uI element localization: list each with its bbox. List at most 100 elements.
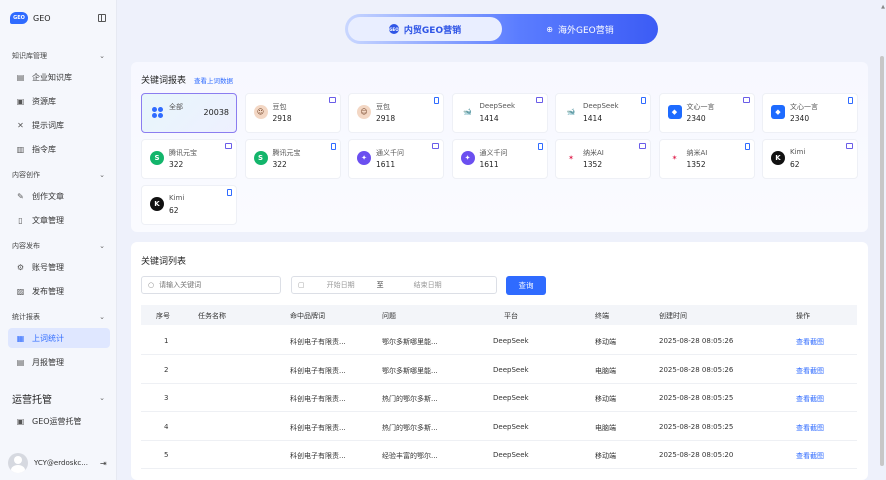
scrollbar[interactable] — [880, 56, 885, 476]
keyword-card-name: 腾讯元宝 — [169, 149, 197, 157]
keyword-card-count: 1611 — [376, 160, 396, 169]
end-date[interactable]: 结束日期 — [414, 280, 442, 290]
chevron-down-icon: ⌄ — [99, 313, 105, 321]
mobile-icon — [330, 143, 336, 150]
keyword-card[interactable]: ◆ 文心一言 2340 — [762, 93, 858, 133]
nav-group-content[interactable]: 内容创作 ⌄ — [0, 167, 117, 183]
keyword-card-count: 2918 — [376, 114, 396, 123]
keyword-card[interactable]: 🐋 DeepSeek 1414 — [451, 93, 548, 133]
sidebar-collapse-icon[interactable] — [98, 14, 106, 22]
keyword-card-name: 豆包 — [272, 103, 287, 111]
desktop-icon — [225, 143, 232, 149]
logo[interactable]: GEO GEO — [10, 10, 106, 26]
column-header: 终端 — [595, 312, 609, 320]
keyword-card-name: 腾讯元宝 — [272, 149, 301, 157]
view-screenshot-link[interactable]: 查看截图 — [796, 366, 824, 376]
sidebar-item-accounts[interactable]: ⚙ 账号管理 — [8, 257, 110, 277]
view-screenshot-link[interactable]: 查看截图 — [796, 423, 824, 433]
pen-icon: ✎ — [17, 191, 24, 201]
nav-group-knowledge[interactable]: 知识库管理 ⌄ — [0, 48, 117, 64]
nav-group-operation[interactable]: 运营托管 ⌄ — [0, 389, 117, 407]
table-header: 序号 任务名称 命中品牌词 问题 平台 终端 创建时间 操作 — [141, 305, 857, 325]
keyword-card[interactable]: ✶ 纳米AI 1352 — [658, 139, 755, 179]
start-date[interactable]: 开始日期 — [327, 280, 355, 290]
nav-group-publish[interactable]: 内容发布 ⌄ — [0, 238, 117, 254]
keyword-card[interactable]: ◆ 文心一言 2340 — [658, 93, 755, 133]
search-icon: ○ — [148, 281, 155, 289]
keyword-card[interactable]: K Kimi 62 — [141, 185, 237, 225]
table-cell-brand: 科创电子有限责... — [290, 423, 346, 432]
keyword-card-count: 1611 — [479, 160, 499, 169]
scroll-up-icon[interactable]: ▲ — [881, 4, 885, 10]
sidebar: GEO GEO 知识库管理 ⌄ ▤ 企业知识库 ▣ 资源库 ✕ 提示词库 ▥ 指令库 内容… — [0, 0, 117, 480]
keyword-card[interactable]: ☺ 豆包 2918 — [244, 93, 341, 133]
table-cell-platform: DeepSeek — [493, 337, 529, 345]
table-cell-question: 鄂尔多斯哪里能... — [382, 366, 438, 375]
keyword-card[interactable]: S 腾讯元宝 322 — [244, 139, 341, 179]
folder-icon: ▥ — [16, 144, 25, 154]
keyword-card[interactable]: S 腾讯元宝 322 — [141, 139, 237, 179]
sidebar-item-keyword-stats[interactable]: ▦ 上词统计 — [8, 328, 110, 348]
nav-group-stats[interactable]: 统计报表 ⌄ — [0, 309, 117, 325]
tab-overseas-geo[interactable]: ⊕ 海外GEO营销 — [505, 17, 655, 41]
keyword-card[interactable]: ✦ 通义千问 1611 — [451, 139, 548, 179]
keyword-card[interactable]: ✦ 通义千问 1611 — [348, 139, 444, 179]
view-screenshot-link[interactable]: 查看截图 — [796, 451, 824, 461]
keyword-card-name: 纳米AI — [686, 149, 708, 157]
mobile-icon — [744, 143, 750, 150]
tab-domestic-geo[interactable]: GEO 内贸GEO营销 — [348, 17, 502, 41]
sidebar-item-enterprise-kb[interactable]: ▤ 企业知识库 — [8, 67, 110, 87]
keyword-card[interactable]: K Kimi 62 — [762, 139, 858, 179]
doubao-icon: ☺ — [253, 105, 268, 119]
keyword-card[interactable]: ☺ 豆包 2918 — [348, 93, 444, 133]
sidebar-item-label: 上词统计 — [32, 333, 64, 343]
keyword-card-count: 20038 — [203, 108, 229, 117]
table-cell-no: 5 — [164, 451, 169, 459]
table-row: 3 科创电子有限责... 热门的鄂尔多斯... DeepSeek 移动端 2025-08-… — [141, 384, 857, 412]
table-cell-no: 3 — [164, 394, 169, 402]
keyword-search[interactable]: ○ — [141, 276, 281, 294]
sidebar-item-geo-hosting[interactable]: ▣ GEO运营托管 — [8, 411, 110, 431]
sidebar-item-monthly-report[interactable]: ▤ 月报管理 — [8, 352, 110, 372]
globe-icon: ⊕ — [546, 24, 553, 34]
sidebar-item-prompts[interactable]: ✕ 提示词库 — [8, 115, 110, 135]
table-cell-time: 2025-08-28 08:05:26 — [659, 337, 734, 345]
logout-icon[interactable]: ⇥ — [100, 459, 107, 468]
sidebar-item-commands[interactable]: ▥ 指令库 — [8, 139, 110, 159]
sidebar-item-resources[interactable]: ▣ 资源库 — [8, 91, 110, 111]
query-button[interactable]: 查询 — [506, 276, 546, 295]
chevron-down-icon: ⌄ — [99, 171, 105, 179]
keyword-card-name: DeepSeek — [583, 102, 619, 110]
keyword-card-name: 通义千问 — [376, 149, 404, 157]
keyword-card[interactable]: 全部 20038 — [141, 93, 237, 133]
table-row: 5 科创电子有限责... 经验丰富的鄂尔... DeepSeek 移动端 2025-08-… — [141, 441, 857, 469]
logo-icon: GEO — [10, 12, 28, 24]
table-cell-brand: 科创电子有限责... — [290, 366, 346, 375]
keyword-card[interactable]: ✶ 纳米AI 1352 — [555, 139, 651, 179]
sidebar-item-create-article[interactable]: ✎ 创作文章 — [8, 186, 110, 206]
calendar-icon: ▢ — [298, 281, 305, 289]
keyword-report-title: 关键词报表 — [141, 76, 187, 86]
view-screenshot-link[interactable]: 查看截图 — [796, 337, 824, 347]
sidebar-item-publish-manage[interactable]: ▨ 发布管理 — [8, 281, 110, 301]
user-profile[interactable]: YCY@erdoskc... ⇥ — [8, 452, 112, 474]
nami-icon: ✶ — [564, 151, 578, 165]
keyword-card-name: Kimi — [790, 148, 806, 156]
nav-group-label: 知识库管理 — [12, 52, 47, 60]
table-cell-brand: 科创电子有限责... — [290, 395, 346, 403]
keyword-list-title: 关键词列表 — [141, 257, 187, 267]
table-cell-no: 2 — [164, 365, 169, 374]
keyword-card[interactable]: 🐋 DeepSeek 1414 — [555, 93, 651, 133]
tongyi-icon: ✦ — [357, 151, 371, 165]
mobile-icon — [434, 97, 439, 104]
view-screenshot-link[interactable]: 查看截图 — [796, 394, 824, 404]
keyword-search-input[interactable] — [159, 281, 270, 289]
sidebar-item-article-manage[interactable]: ▯ 文章管理 — [8, 210, 110, 230]
date-range-picker[interactable]: ▢ 开始日期 至 结束日期 — [291, 276, 497, 294]
nami-icon: ✶ — [667, 151, 682, 165]
table-cell-device: 移动端 — [595, 338, 616, 346]
table-cell-time: 2025-08-28 08:05:25 — [659, 422, 734, 431]
view-keyword-data-link[interactable]: 查看上词数据 — [194, 75, 233, 85]
scrollbar-thumb[interactable] — [880, 56, 884, 466]
table-cell-device: 移动端 — [595, 395, 616, 403]
